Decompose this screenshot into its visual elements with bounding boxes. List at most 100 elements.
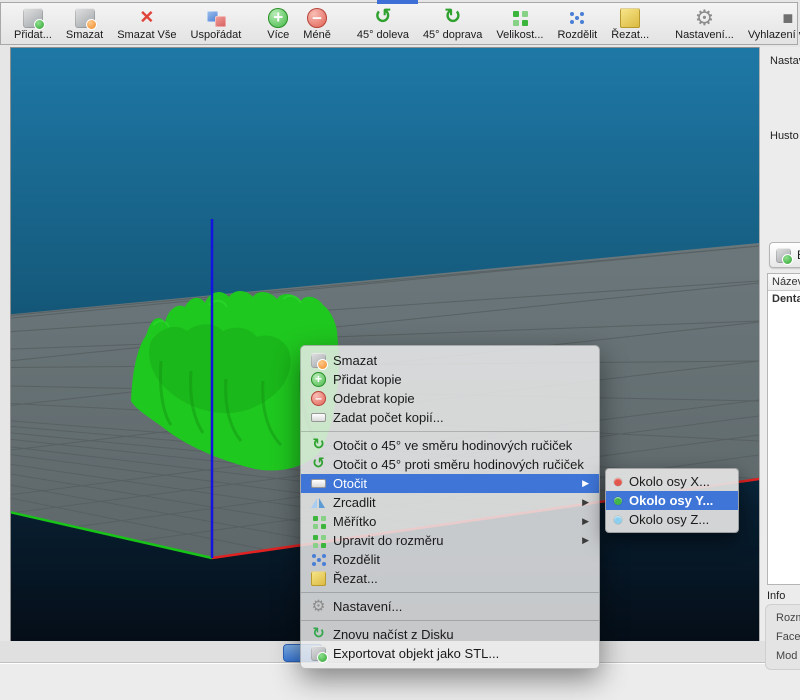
menu-item-label: Řezat... (333, 571, 378, 586)
toolbar-button-label: 45° doprava (423, 29, 482, 42)
toolbar-button-label: Vyhlazení vrstev (748, 29, 800, 42)
layers-square-icon (778, 8, 798, 28)
toolbar: Přidat... Smazat Smazat Vše Uspořádat Více Mé… (0, 2, 798, 45)
menu-separator (301, 620, 599, 621)
submenu-arrow-icon: ▶ (574, 478, 589, 489)
toolbar-button-vyhlazeni-vrstev[interactable]: Vyhlazení vrstev (741, 5, 800, 43)
menu-item-zrcadlit[interactable]: Zrcadlit▶ (301, 493, 599, 512)
menu-item-label: Přidat kopie (333, 372, 402, 387)
info-label: Info (767, 590, 785, 602)
gear-icon (694, 8, 714, 28)
box-export-icon (311, 646, 326, 661)
toolbar-button-usporadat[interactable]: Uspořádat (184, 5, 249, 43)
submenu-item-label: Okolo osy X... (629, 474, 710, 489)
context-menu: Smazat Přidat kopie Odebrat kopie Zadat poč… (300, 345, 600, 669)
export-icon (776, 248, 791, 263)
menu-item-label: Nastavení... (333, 599, 402, 614)
active-tab-indicator (377, 0, 418, 4)
submenu-item-okolo-osy-z[interactable]: Okolo osy Z... (606, 510, 738, 529)
reload-icon (311, 627, 326, 642)
toolbar-button-rozdelit[interactable]: Rozdělit (550, 5, 604, 43)
toolbar-button-vice[interactable]: Více (260, 5, 296, 43)
toolbar-button-label: Rozdělit (557, 29, 597, 42)
density-label: Husto (770, 130, 799, 142)
cut-box-icon (311, 571, 326, 586)
menu-item-otocit-o-45-ve-smeru-hodinovych-rucicek[interactable]: Otočit o 45° ve směru hodinových ručiček (301, 436, 599, 455)
submenu-item-label: Okolo osy Y... (629, 493, 713, 508)
submenu-arrow-icon: ▶ (574, 535, 589, 546)
plus-circle-icon (311, 372, 326, 387)
menu-item-label: Zrcadlit (333, 495, 376, 510)
toolbar-button-smazat[interactable]: Smazat (59, 5, 110, 43)
info-row: Mod (776, 647, 800, 666)
submenu-arrow-icon: ▶ (574, 516, 589, 527)
toolbar-button-rezat[interactable]: Řezat... (604, 5, 656, 43)
menu-item-pridat-kopie[interactable]: Přidat kopie (301, 370, 599, 389)
object-list[interactable]: Název Dental_ (767, 273, 800, 585)
toolbar-button-label: Smazat (66, 29, 103, 42)
submenu-item-label: Okolo osy Z... (629, 512, 709, 527)
toolbar-button-pridat[interactable]: Přidat... (7, 5, 59, 43)
toolbar-button-nastaveni[interactable]: Nastavení... (668, 5, 741, 43)
menu-item-smazat[interactable]: Smazat (301, 351, 599, 370)
application-window: Přidat... Smazat Smazat Vše Uspořádat Více Mé… (0, 0, 800, 699)
toolbar-button-label: Uspořádat (191, 29, 242, 42)
menu-item-label: Odebrat kopie (333, 391, 415, 406)
menu-item-label: Otočit o 45° proti směru hodinových ruči… (333, 457, 584, 472)
menu-item-label: Otočit (333, 476, 367, 491)
toolbar-button-label: Více (267, 29, 289, 42)
gear-icon (311, 599, 326, 614)
toolbar-button-label: Přidat... (14, 29, 52, 42)
toolbar-button-mene[interactable]: Méně (296, 5, 338, 43)
toolbar-button-label: 45° doleva (357, 29, 409, 42)
menu-item-label: Měřítko (333, 514, 376, 529)
export-button[interactable]: E (769, 242, 800, 268)
toolbar-button-label: Méně (303, 29, 331, 42)
info-row: Rozm (776, 609, 800, 628)
menu-item-label: Exportovat objekt jako STL... (333, 646, 499, 661)
submenu-item-okolo-osy-x[interactable]: Okolo osy X... (606, 472, 738, 491)
settings-sidebar: Nastav Husto E Název Dental_ Info RozmFa… (759, 47, 800, 641)
object-row[interactable]: Dental_ (768, 291, 800, 307)
menu-item-otocit-o-45-proti-smeru-hodinovych-rucicek[interactable]: Otočit o 45° proti směru hodinových ruči… (301, 455, 599, 474)
box-add-icon (23, 8, 43, 28)
menu-item-nastaveni[interactable]: Nastavení... (301, 597, 599, 616)
menu-item-label: Znovu načíst z Disku (333, 627, 454, 642)
toolbar-button-45-doleva[interactable]: 45° doleva (350, 5, 416, 43)
toolbar-button-velikost[interactable]: Velikost... (489, 5, 550, 43)
menu-item-upravit-do-rozmeru[interactable]: Upravit do rozměru ▶ (301, 531, 599, 550)
toolbar-button-45-doprava[interactable]: 45° doprava (416, 5, 489, 43)
minus-circle-icon (307, 8, 327, 28)
scale-arrows-icon (311, 533, 326, 548)
menu-item-odebrat-kopie[interactable]: Odebrat kopie (301, 389, 599, 408)
menu-item-otocit[interactable]: Otočit ▶ (301, 474, 599, 493)
menu-item-rezat[interactable]: Řezat... (301, 569, 599, 588)
scale-arrows-icon (311, 514, 326, 529)
menu-separator (301, 592, 599, 593)
menu-item-zadat-pocet-kopii[interactable]: Zadat počet kopií... (301, 408, 599, 427)
split-dots-icon (311, 552, 326, 567)
box-remove-icon (311, 353, 326, 368)
menu-item-exportovat-objekt-jako-stl[interactable]: Exportovat objekt jako STL... (301, 644, 599, 663)
rotate-submenu: Okolo osy X... Okolo osy Y... Okolo osy Z.… (605, 468, 739, 533)
submenu-item-okolo-osy-y[interactable]: Okolo osy Y... (606, 491, 738, 510)
toolbar-button-smazat-vse[interactable]: Smazat Vše (110, 5, 183, 43)
rotate-right-icon (311, 438, 326, 453)
menu-separator (301, 431, 599, 432)
axis-dot-icon (614, 497, 622, 505)
object-list-header: Název (768, 274, 800, 291)
plus-circle-icon (268, 8, 288, 28)
split-dots-icon (567, 8, 587, 28)
axis-dot-icon (614, 516, 622, 524)
mirror-icon (311, 495, 326, 510)
cut-box-icon (620, 8, 640, 28)
menu-item-rozdelit[interactable]: Rozdělit (301, 550, 599, 569)
rotate-left-icon (373, 8, 393, 28)
menu-item-meritko[interactable]: Měřítko ▶ (301, 512, 599, 531)
menu-item-znovu-nacist-z-disku[interactable]: Znovu načíst z Disku (301, 625, 599, 644)
rect-icon (311, 479, 326, 488)
info-row: Face (776, 628, 800, 647)
menu-item-label: Zadat počet kopií... (333, 410, 444, 425)
menu-item-label: Smazat (333, 353, 377, 368)
menu-item-label: Upravit do rozměru (333, 533, 444, 548)
